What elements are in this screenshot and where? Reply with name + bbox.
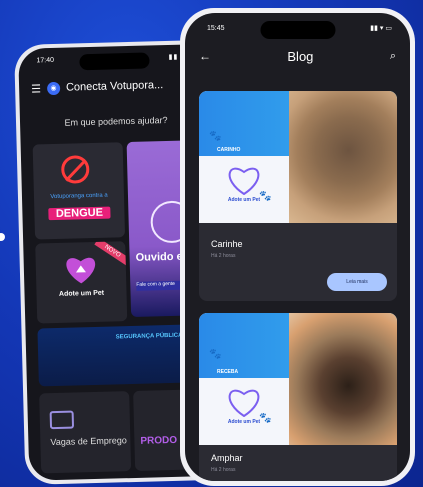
status-icons: ▮▮ ▾ ▭ — [370, 25, 392, 32]
adote-mini-label: Adote um Pet — [227, 419, 261, 425]
card-image: 🐾 🐾 CARINHO Adote um Pet — [199, 91, 397, 223]
search-icon[interactable]: ⌕ — [390, 50, 396, 63]
page-title: Blog — [287, 48, 314, 64]
status-time: 15:45 — [207, 25, 225, 32]
prod-label: PRODO — [140, 434, 178, 447]
heart-icon — [228, 389, 260, 417]
card-image: 🐾 🐾 RECEBA Adote um Pet — [199, 313, 397, 445]
phone-notch — [79, 52, 150, 71]
tile-vagas[interactable]: Vagas de Emprego — [39, 391, 132, 474]
card-meta: Há 2 horas — [211, 467, 236, 473]
no-mosquito-icon — [60, 155, 90, 184]
blog-card[interactable]: 🐾 🐾 CARINHO Adote um Pet Carinhe Há 2 ho… — [199, 91, 397, 301]
paw-icon: 🐾 — [209, 349, 222, 360]
app-header: ☰ ◉ Conecta Votupora... — [31, 74, 203, 98]
vagas-label: Vagas de Emprego — [50, 435, 127, 448]
carousel-dot — [0, 233, 5, 241]
heart-icon — [66, 257, 96, 284]
new-badge: NOVO — [94, 241, 128, 266]
app-logo-icon: ◉ — [46, 81, 61, 95]
blog-card[interactable]: 🐾 🐾 RECEBA Adote um Pet Amphar Há 2 hora… — [199, 313, 397, 481]
card-badge: CARINHO — [217, 147, 241, 153]
tile-adote-pet[interactable]: Adote um Pet NOVO — [35, 241, 128, 324]
dengue-label: DENGUE — [48, 206, 111, 221]
banner-text: SEGURANÇA PÚBLICA — [115, 332, 183, 341]
dengue-subtitle: Votuporanga contra a — [50, 192, 108, 201]
card-title: Amphar — [211, 453, 243, 463]
blog-header: ← Blog ⌕ — [185, 43, 410, 69]
status-time: 17:40 — [36, 56, 55, 65]
heart-icon — [228, 167, 260, 195]
app-title: Conecta Votupora... — [65, 79, 164, 94]
back-arrow-icon[interactable]: ← — [199, 49, 211, 63]
read-more-button[interactable]: Leia mais — [327, 273, 387, 291]
card-meta: Há 2 horas — [211, 253, 236, 259]
adote-label: Adote um Pet — [58, 289, 105, 298]
blog-screen: 15:45 ▮▮ ▾ ▭ ← Blog ⌕ 🐾 🐾 CARINHO Adote … — [185, 13, 410, 481]
phone-blog-screen: 15:45 ▮▮ ▾ ▭ ← Blog ⌕ 🐾 🐾 CARINHO Adote … — [180, 8, 415, 486]
menu-icon[interactable]: ☰ — [31, 82, 41, 95]
bag-icon — [49, 410, 75, 430]
card-badge: RECEBA — [217, 369, 239, 375]
adote-mini-label: Adote um Pet — [227, 197, 261, 203]
paw-icon: 🐾 — [209, 131, 222, 142]
phone-notch — [260, 21, 335, 39]
dog-photo — [289, 91, 397, 223]
card-title: Carinhe — [211, 239, 243, 249]
tile-dengue[interactable]: Votuporanga contra a DENGUE — [32, 142, 126, 240]
dog-photo — [289, 313, 397, 445]
